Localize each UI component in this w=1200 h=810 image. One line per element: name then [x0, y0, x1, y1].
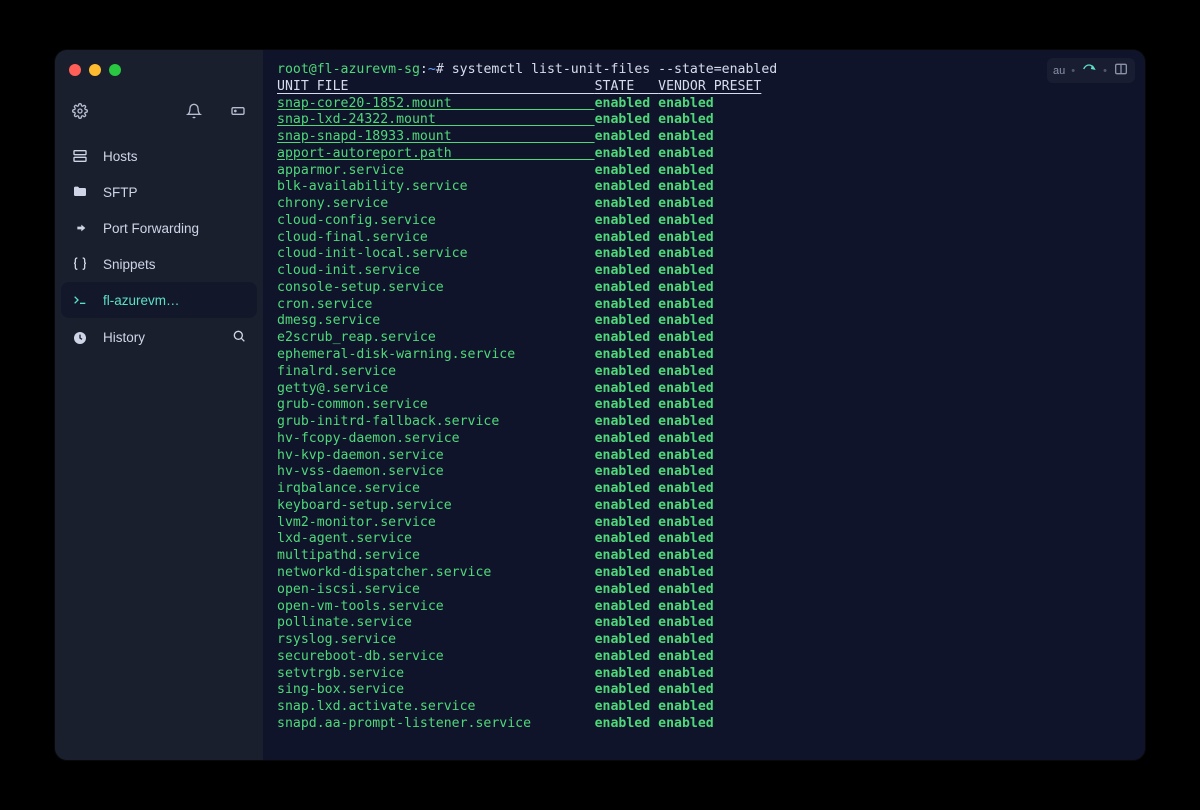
sidebar-item-history[interactable]: History: [55, 318, 263, 357]
sidebar-item-label: Snippets: [103, 257, 156, 272]
sidebar-item-hosts[interactable]: Hosts: [55, 138, 263, 174]
close-icon[interactable]: [69, 64, 81, 76]
server-icon: [71, 148, 89, 164]
topbar-sep: •: [1071, 65, 1075, 77]
gear-icon[interactable]: [71, 102, 89, 120]
braces-icon: [71, 256, 89, 272]
terminal-window: Hosts SFTP Port Forwarding Snippets fl-a…: [55, 50, 1145, 760]
terminal-pane[interactable]: root@fl-azurevm-sg:~# systemctl list-uni…: [263, 50, 1145, 760]
sidebar-toolbar: [55, 94, 263, 134]
topbar-controls: au • •: [1047, 58, 1135, 83]
sidebar-item-sftp[interactable]: SFTP: [55, 174, 263, 210]
window-controls: [55, 60, 263, 94]
topbar-sep2: •: [1103, 65, 1107, 77]
maximize-icon[interactable]: [109, 64, 121, 76]
sidebar-nav: Hosts SFTP Port Forwarding Snippets fl-a…: [55, 134, 263, 361]
search-icon[interactable]: [231, 328, 247, 347]
sidebar-item-label: Hosts: [103, 149, 138, 164]
split-icon[interactable]: [1113, 61, 1129, 80]
terminal-prompt-icon: [71, 292, 89, 308]
sidebar: Hosts SFTP Port Forwarding Snippets fl-a…: [55, 50, 263, 760]
sidebar-item-portfwd[interactable]: Port Forwarding: [55, 210, 263, 246]
sidebar-item-label: Port Forwarding: [103, 221, 199, 236]
sidebar-item-label: fl-azurevm…: [103, 293, 180, 308]
share-icon[interactable]: [1081, 61, 1097, 80]
topbar-au-label: au: [1053, 65, 1065, 77]
sidebar-item-snippets[interactable]: Snippets: [55, 246, 263, 282]
folder-icon: [71, 184, 89, 200]
sidebar-item-label: History: [103, 330, 145, 345]
bell-icon[interactable]: [185, 102, 203, 120]
sidebar-item-session[interactable]: fl-azurevm…: [61, 282, 257, 318]
clock-icon: [71, 330, 89, 346]
minimize-icon[interactable]: [89, 64, 101, 76]
key-icon[interactable]: [229, 102, 247, 120]
forward-icon: [71, 220, 89, 236]
sidebar-item-label: SFTP: [103, 185, 138, 200]
